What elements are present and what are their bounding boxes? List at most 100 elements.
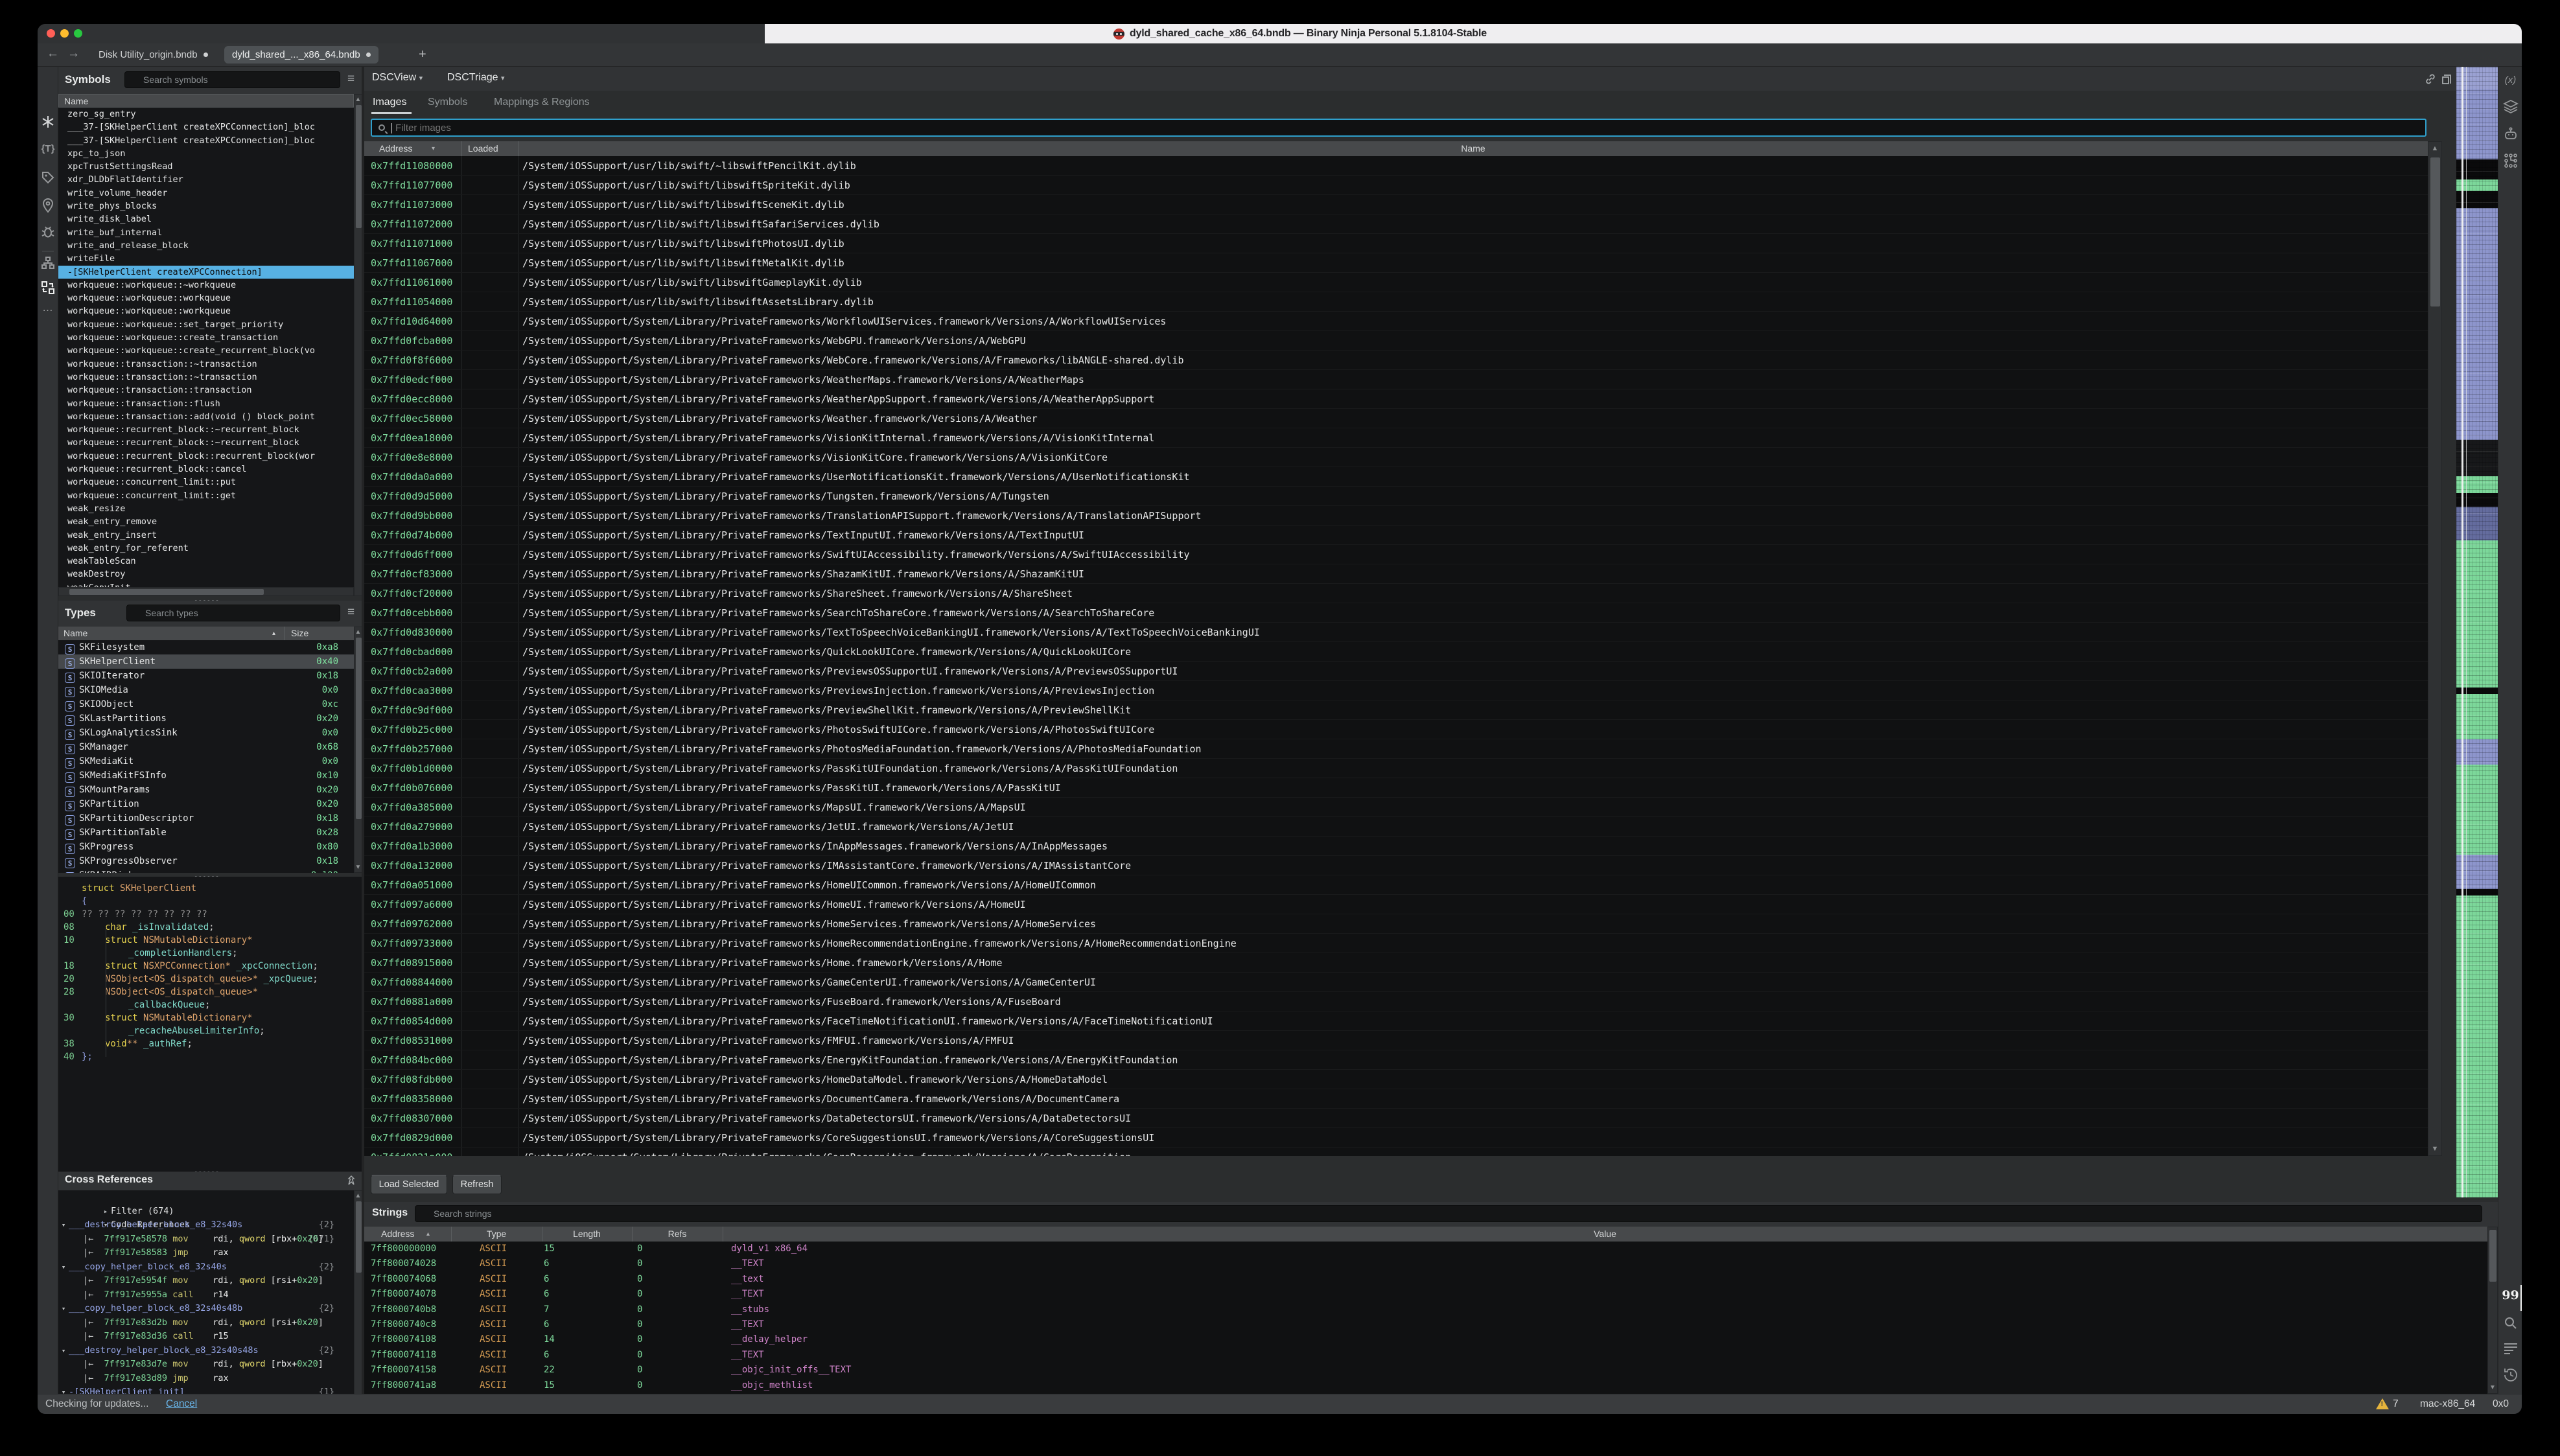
xref-instruction[interactable]: |← 7ff917e5954f movrdi, qword [rsi+0x20] (58, 1274, 354, 1288)
xref-instruction[interactable]: |← 7ff917e58578 movrdi, qword [rbx+0x20] (58, 1232, 354, 1247)
col-value[interactable]: Value (723, 1227, 2487, 1242)
image-table-row[interactable]: 0x7ffd11072000/System/iOSSupport/usr/lib… (364, 214, 2428, 234)
col-loaded[interactable]: Loaded (468, 141, 498, 156)
expression-icon[interactable]: (x) (2498, 75, 2522, 86)
filter-images-input[interactable] (394, 121, 2338, 135)
image-table-row[interactable]: 0x7ffd11080000/System/iOSSupport/usr/lib… (364, 156, 2428, 176)
image-table-row[interactable]: 0x7ffd11061000/System/iOSSupport/usr/lib… (364, 273, 2428, 292)
struct-code-line[interactable]: _recacheAbuseLimiterInfo; (58, 1024, 362, 1037)
type-list-item[interactable]: SSKMediaKit0x0 (58, 754, 354, 768)
struct-definition-view[interactable]: struct SKHelperClient{00?? ?? ?? ?? ?? ?… (58, 877, 362, 1172)
current-address[interactable]: 0x0 (2493, 1398, 2509, 1410)
symbol-list-item[interactable]: write_and_release_block (58, 239, 354, 252)
string-table-row[interactable]: 7ff800000000ASCII150dyld_v1 x86_64 (364, 1242, 2487, 1256)
string-table-row[interactable]: 7ff8000740b8ASCII70__stubs (364, 1302, 2487, 1317)
zoom-window-button[interactable] (74, 29, 82, 38)
symbol-list-item[interactable]: -[SKHelperClient createXPCConnection] (58, 266, 354, 279)
type-list-item[interactable]: SSKLogAnalyticsSink0x0 (58, 726, 354, 740)
load-selected-button[interactable]: Load Selected (371, 1175, 447, 1194)
dscview-menu[interactable]: DSCView ▾ (372, 72, 423, 84)
forward-icon[interactable]: → (67, 47, 80, 61)
images-vscrollbar[interactable]: ▲ ▼ (2428, 141, 2442, 1156)
type-list-item[interactable]: SSKMediaKitFSInfo0x10 (58, 768, 354, 783)
type-list-item[interactable]: SSKPartition0x20 (58, 797, 354, 811)
symbol-list-item[interactable]: workqueue::recurrent_block::~recurrent_b… (58, 436, 354, 449)
tab-dyld-shared-cache[interactable]: dyld_shared_..._x86_64.bndb (224, 46, 378, 64)
types-search-input[interactable] (126, 605, 340, 621)
link-icon[interactable] (2424, 73, 2437, 86)
image-table-row[interactable]: 0x7ffd0854d000/System/iOSSupport/System/… (364, 1011, 2428, 1031)
struct-code-line[interactable]: 00?? ?? ?? ?? ?? ?? ?? ?? (58, 908, 362, 921)
image-table-row[interactable]: 0x7ffd11067000/System/iOSSupport/usr/lib… (364, 253, 2428, 273)
symbol-list-item[interactable]: xpcTrustSettingsRead (58, 160, 354, 173)
image-table-row[interactable]: 0x7ffd0d6ff000/System/iOSSupport/System/… (364, 545, 2428, 564)
workflow-icon[interactable] (38, 281, 58, 295)
image-table-row[interactable]: 0x7ffd0a051000/System/iOSSupport/System/… (364, 875, 2428, 895)
image-table-row[interactable]: 0x7ffd0cb2a000/System/iOSSupport/System/… (364, 662, 2428, 681)
tab-disk-utility[interactable]: Disk Utility_origin.bndb (91, 46, 216, 64)
symbol-list-item[interactable]: workqueue::recurrent_block::~recurrent_b… (58, 423, 354, 436)
type-list-item[interactable]: SSKProgressObserver0x18 (58, 854, 354, 868)
symbol-list-item[interactable]: write_disk_label (58, 213, 354, 225)
back-icon[interactable]: ← (47, 47, 59, 61)
image-table-row[interactable]: 0x7ffd0c9df000/System/iOSSupport/System/… (364, 700, 2428, 720)
image-table-row[interactable]: 0x7ffd0edcf000/System/iOSSupport/System/… (364, 370, 2428, 389)
symbol-list-item[interactable]: writeFile (58, 252, 354, 265)
tab-images[interactable]: Images (373, 97, 406, 108)
struct-code-line[interactable]: _callbackQueue; (58, 999, 362, 1011)
symbol-list-item[interactable]: workqueue::transaction::add(void () bloc… (58, 410, 354, 423)
xref-function-group[interactable]: ▾___copy_helper_block_e8_32s40s{2} (58, 1260, 354, 1275)
image-table-row[interactable]: 0x7ffd08358000/System/iOSSupport/System/… (364, 1089, 2428, 1109)
image-table-row[interactable]: 0x7ffd0cf83000/System/iOSSupport/System/… (364, 564, 2428, 584)
struct-code-line[interactable]: 38void** _authRef; (58, 1037, 362, 1050)
symbol-list-item[interactable]: workqueue::workqueue::create_recurrent_b… (58, 344, 354, 357)
image-table-row[interactable]: 0x7ffd08915000/System/iOSSupport/System/… (364, 953, 2428, 973)
bugs-icon[interactable] (38, 225, 58, 239)
symbols-menu-icon[interactable]: ≡ (347, 72, 355, 86)
image-table-row[interactable]: 0x7ffd0f8f6000/System/iOSSupport/System/… (364, 351, 2428, 370)
robot-icon[interactable] (2498, 126, 2522, 142)
cancel-update-link[interactable]: Cancel (166, 1398, 197, 1410)
symbol-list-item[interactable]: write_phys_blocks (58, 200, 354, 213)
type-list-item[interactable]: SSKIOMedia0x0 (58, 683, 354, 697)
type-list-item[interactable]: SSKFilesystem0xa8 (58, 640, 354, 654)
symbol-list-item[interactable]: write_volume_header (58, 187, 354, 200)
image-table-row[interactable]: 0x7ffd0a132000/System/iOSSupport/System/… (364, 856, 2428, 875)
image-table-row[interactable]: 0x7ffd11077000/System/iOSSupport/usr/lib… (364, 176, 2428, 195)
warning-icon[interactable] (2376, 1398, 2389, 1409)
image-table-row[interactable]: 0x7ffd0b1d0000/System/iOSSupport/System/… (364, 759, 2428, 778)
struct-code-line[interactable]: 20NSObject<OS_dispatch_queue>* _xpcQueue… (58, 973, 362, 986)
symbol-list-item[interactable]: xdr_DLDbFlatIdentifier (58, 173, 354, 186)
col-type[interactable]: Type (451, 1227, 542, 1242)
type-list-item[interactable]: SSKIOIterator0x18 (58, 669, 354, 683)
entropy-minimap[interactable] (2456, 67, 2498, 1197)
col-length[interactable]: Length (542, 1227, 632, 1242)
image-table-row[interactable]: 0x7ffd0b257000/System/iOSSupport/System/… (364, 739, 2428, 759)
image-table-row[interactable]: 0x7ffd10d64000/System/iOSSupport/System/… (364, 312, 2428, 331)
col-refs[interactable]: Refs (632, 1227, 723, 1242)
tags-icon[interactable] (38, 170, 58, 185)
col-address[interactable]: Address (379, 141, 412, 156)
circuit-icon[interactable] (2498, 152, 2522, 169)
copy-frame-icon[interactable] (2441, 73, 2452, 86)
xref-instruction[interactable]: |← 7ff917e5955a callr14 (58, 1288, 354, 1302)
symbol-list-item[interactable]: weak_entry_remove (58, 515, 354, 528)
struct-code-line[interactable]: 30struct NSMutableDictionary* (58, 1011, 362, 1024)
traffic-lights[interactable] (47, 29, 87, 41)
close-window-button[interactable] (47, 29, 55, 38)
image-table-row[interactable]: 0x7ffd0fcba000/System/iOSSupport/System/… (364, 331, 2428, 351)
minimize-window-button[interactable] (60, 29, 69, 38)
symbol-list-item[interactable]: workqueue::recurrent_block::cancel (58, 463, 354, 476)
filter-images-box[interactable] (371, 119, 2426, 137)
symbol-list-item[interactable]: weak_resize (58, 502, 354, 515)
xref-instruction[interactable]: |← 7ff917e83d7e movrdi, qword [rbx+0x20] (58, 1358, 354, 1372)
symbols-search-input[interactable] (124, 71, 340, 88)
hierarchy-icon[interactable] (38, 256, 58, 270)
image-table-row[interactable]: 0x7ffd09733000/System/iOSSupport/System/… (364, 934, 2428, 953)
symbols-icon[interactable] (38, 115, 58, 129)
symbol-list-item[interactable]: ___37-[SKHelperClient createXPCConnectio… (58, 121, 354, 133)
symbol-list-item[interactable]: workqueue::workqueue::workqueue (58, 292, 354, 305)
tab-symbols[interactable]: Symbols (428, 97, 467, 108)
symbol-list-item[interactable]: workqueue::recurrent_block::recurrent_bl… (58, 450, 354, 463)
image-table-row[interactable]: 0x7ffd08531000/System/iOSSupport/System/… (364, 1031, 2428, 1050)
